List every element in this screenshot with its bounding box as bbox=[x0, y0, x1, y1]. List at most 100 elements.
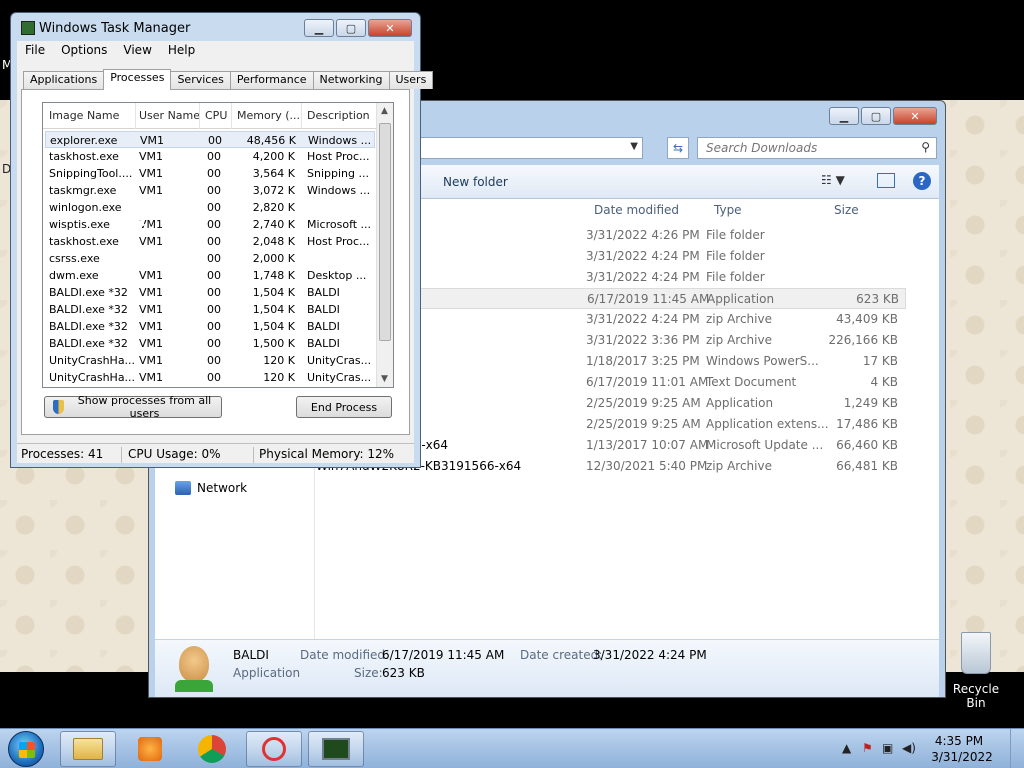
clock-date[interactable]: 3/31/2022 bbox=[924, 750, 1000, 764]
close-button[interactable]: ✕ bbox=[368, 19, 412, 37]
show-hidden-icons-icon[interactable]: ▲ bbox=[842, 741, 851, 755]
process-user-name: VM1 bbox=[139, 184, 164, 197]
tab-networking[interactable]: Networking bbox=[312, 71, 390, 89]
show-desktop-button[interactable] bbox=[1010, 729, 1024, 768]
recycle-bin[interactable]: Recycle Bin bbox=[946, 632, 1006, 710]
start-button[interactable] bbox=[8, 731, 44, 767]
scrollbar-thumb[interactable] bbox=[379, 123, 391, 341]
tab-users[interactable]: Users bbox=[388, 71, 434, 89]
process-row[interactable]: taskhost.exe VM1 00 2,048 K Host Proc... bbox=[45, 233, 375, 250]
menu-help[interactable]: Help bbox=[160, 41, 203, 61]
process-row[interactable]: BALDI.exe *32 VM1 00 1,504 K BALDI bbox=[45, 284, 375, 301]
status-physical-memory: Physical Memory: 12% bbox=[259, 447, 395, 461]
show-all-processes-button[interactable]: Show processes from all users bbox=[44, 394, 222, 420]
search-icon[interactable]: ⚲ bbox=[921, 140, 930, 154]
maximize-button[interactable]: ▢ bbox=[336, 19, 366, 37]
nav-item-network[interactable]: Network bbox=[175, 481, 247, 495]
scroll-up-icon[interactable]: ▲ bbox=[381, 106, 388, 116]
process-memory: 1,504 K bbox=[252, 286, 295, 299]
tab-processes[interactable]: Processes bbox=[103, 69, 172, 90]
column-header-user-name[interactable]: User Name bbox=[139, 109, 200, 122]
process-row[interactable]: UnityCrashHa... VM1 00 120 K UnityCras... bbox=[45, 369, 375, 386]
menu-options[interactable]: Options bbox=[53, 41, 115, 61]
baldi-shirt-shape bbox=[175, 680, 213, 692]
process-row[interactable]: BALDI.exe *32 VM1 00 1,504 K BALDI bbox=[45, 318, 375, 335]
windows-logo-icon bbox=[19, 742, 35, 758]
column-divider[interactable] bbox=[199, 103, 200, 129]
tab-applications[interactable]: Applications bbox=[23, 71, 105, 89]
file-size: 66,481 KB bbox=[836, 459, 898, 473]
file-type: File folder bbox=[706, 270, 765, 284]
column-header-date-modified[interactable]: Date modified bbox=[594, 203, 679, 217]
nav-item-label: Network bbox=[197, 481, 248, 495]
volume-icon[interactable]: ◀) bbox=[902, 741, 916, 755]
process-image-name: BALDI.exe *32 bbox=[49, 286, 128, 299]
help-icon[interactable]: ? bbox=[913, 172, 931, 190]
process-description: UnityCras... bbox=[307, 354, 372, 367]
column-header-cpu[interactable]: CPU bbox=[205, 109, 227, 122]
menu-file[interactable]: File bbox=[17, 41, 53, 61]
process-row[interactable]: UnityCrashHa... VM1 00 120 K UnityCras... bbox=[45, 352, 375, 369]
process-row[interactable]: winlogon.exe 00 2,820 K bbox=[45, 199, 375, 216]
minimize-button[interactable]: ▁ bbox=[304, 19, 334, 37]
process-image-name: taskmgr.exe bbox=[49, 184, 117, 197]
taskbar-chrome[interactable] bbox=[184, 731, 240, 767]
process-row[interactable]: wisptis.exe VM1 00 2,740 K Microsoft ... bbox=[45, 216, 375, 233]
file-type: zip Archive bbox=[706, 459, 772, 473]
action-center-icon[interactable]: ⚑ bbox=[862, 741, 873, 755]
process-cpu: 00 bbox=[207, 371, 221, 384]
menu-view[interactable]: View bbox=[115, 41, 159, 61]
process-image-name: BALDI.exe *32 bbox=[49, 320, 128, 333]
tab-services[interactable]: Services bbox=[170, 71, 231, 89]
chevron-down-icon[interactable]: ▼ bbox=[630, 141, 638, 152]
process-user-name: VM1 bbox=[139, 337, 164, 350]
process-memory: 2,820 K bbox=[252, 201, 295, 214]
process-row[interactable]: dwm.exe VM1 00 1,748 K Desktop ... bbox=[45, 267, 375, 284]
tab-performance[interactable]: Performance bbox=[229, 71, 314, 89]
process-list[interactable]: Image Name User Name CPU Memory (... Des… bbox=[42, 102, 394, 388]
column-header-size[interactable]: Size bbox=[834, 203, 859, 217]
taskbar-snipping-tool[interactable] bbox=[246, 731, 302, 767]
taskbar-explorer[interactable] bbox=[60, 731, 116, 767]
column-header-type[interactable]: Type bbox=[714, 203, 742, 217]
address-bar[interactable]: ▼ bbox=[399, 137, 643, 159]
process-user-name: VM1 bbox=[139, 354, 164, 367]
process-user-name: VM1 bbox=[139, 286, 164, 299]
process-row[interactable]: SnippingTool.... VM1 00 3,564 K Snipping ... bbox=[45, 165, 375, 182]
process-row[interactable]: csrss.exe 00 2,000 K bbox=[45, 250, 375, 267]
refresh-button[interactable]: ⇆ bbox=[667, 137, 689, 159]
details-date-created-value: 3/31/2022 4:24 PM bbox=[593, 648, 707, 662]
vertical-scrollbar[interactable]: ▲ ▼ bbox=[376, 103, 393, 387]
process-row[interactable]: BALDI.exe *32 VM1 00 1,504 K BALDI bbox=[45, 301, 375, 318]
maximize-button[interactable]: ▢ bbox=[861, 107, 891, 125]
search-box[interactable]: ⚲ bbox=[697, 137, 937, 159]
new-folder-button[interactable]: New folder bbox=[443, 175, 508, 189]
taskbar-media-player[interactable] bbox=[122, 731, 178, 767]
minimize-button[interactable]: ▁ bbox=[829, 107, 859, 125]
column-header-memory[interactable]: Memory (... bbox=[237, 109, 300, 122]
scroll-down-icon[interactable]: ▼ bbox=[381, 374, 388, 384]
close-button[interactable]: ✕ bbox=[893, 107, 937, 125]
column-divider[interactable] bbox=[135, 103, 136, 129]
clock-time[interactable]: 4:35 PM bbox=[924, 734, 994, 748]
column-header-description[interactable]: Description bbox=[307, 109, 370, 122]
column-header-image-name[interactable]: Image Name bbox=[49, 109, 119, 122]
preview-pane-icon[interactable] bbox=[877, 173, 895, 188]
task-manager-window-controls: ▁ ▢ ✕ bbox=[304, 19, 412, 37]
process-row[interactable]: BALDI.exe *32 VM1 00 1,500 K BALDI bbox=[45, 335, 375, 352]
change-view-button[interactable]: ☷ ▼ bbox=[821, 173, 845, 187]
column-divider[interactable] bbox=[301, 103, 302, 129]
task-manager-window[interactable]: Windows Task Manager ▁ ▢ ✕ File Options … bbox=[10, 12, 434, 468]
taskbar-task-manager[interactable] bbox=[308, 731, 364, 767]
process-row[interactable]: taskhost.exe VM1 00 4,200 K Host Proc... bbox=[45, 148, 375, 165]
process-memory: 120 K bbox=[263, 354, 295, 367]
search-input[interactable] bbox=[698, 138, 908, 158]
end-process-button[interactable]: End Process bbox=[296, 396, 392, 418]
process-row[interactable]: taskmgr.exe VM1 00 3,072 K Windows ... bbox=[45, 182, 375, 199]
network-icon[interactable]: ▣ bbox=[882, 741, 893, 755]
process-image-name: BALDI.exe *32 bbox=[49, 303, 128, 316]
column-divider[interactable] bbox=[231, 103, 232, 129]
network-icon bbox=[175, 481, 191, 495]
process-row[interactable]: explorer.exe VM1 00 48,456 K Windows ... bbox=[45, 131, 375, 148]
process-description: BALDI bbox=[307, 303, 340, 316]
